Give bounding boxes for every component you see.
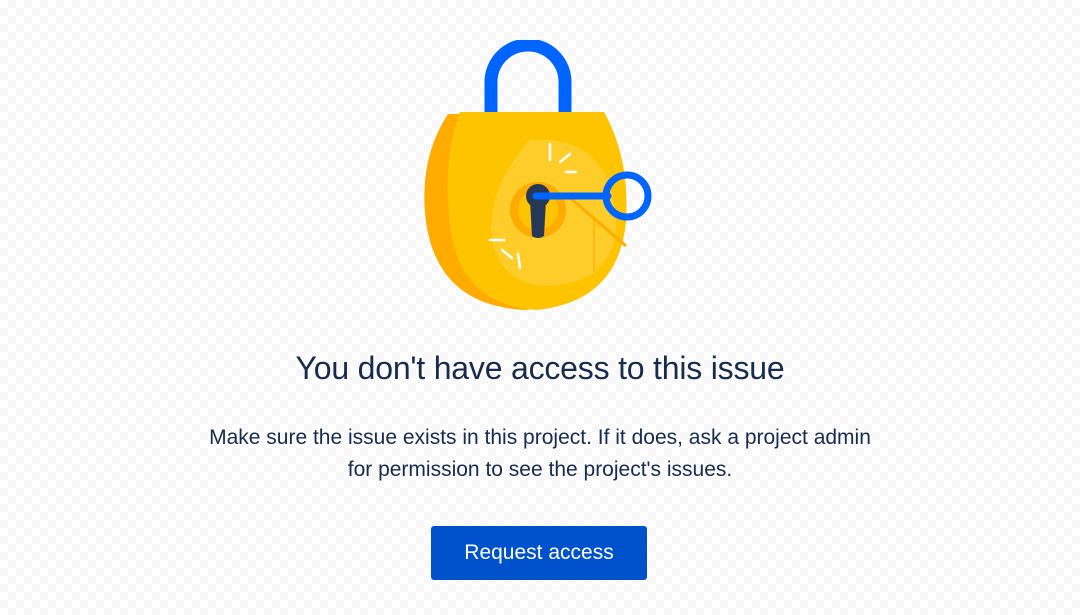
description: Make sure the issue exists in this proje… bbox=[140, 422, 940, 486]
padlock-with-key-icon bbox=[424, 40, 652, 310]
no-access-empty-state: You don't have access to this issue Make… bbox=[0, 0, 1080, 615]
description-line-2: for permission to see the project's issu… bbox=[347, 458, 733, 481]
page-title: You don't have access to this issue bbox=[295, 350, 785, 386]
request-access-button[interactable]: Request access bbox=[431, 526, 647, 580]
description-line-1: Make sure the issue exists in this proje… bbox=[209, 426, 871, 449]
